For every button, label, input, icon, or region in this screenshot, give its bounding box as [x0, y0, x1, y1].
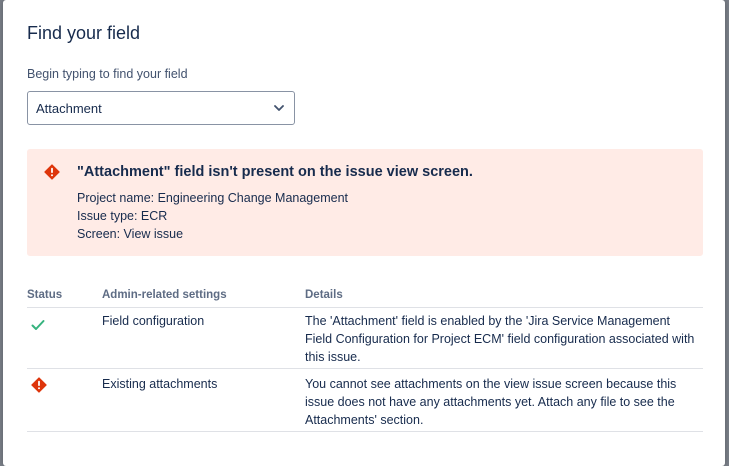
check-icon — [31, 318, 45, 336]
setting-name: Existing attachments — [102, 377, 218, 391]
table-row: Field configuration The 'Attachment' fie… — [27, 308, 703, 369]
field-select[interactable]: Attachment — [27, 91, 295, 125]
alert-screen: Screen: View issue — [77, 227, 184, 241]
alert-issue-type: Issue type: ECR — [77, 209, 168, 223]
alert-heading: "Attachment" field isn't present on the … — [77, 164, 473, 180]
table-row: Existing attachments You cannot see atta… — [27, 369, 703, 432]
dialog-title: Find your field — [27, 23, 141, 43]
setting-details: You cannot see attachments on the view i… — [305, 377, 677, 427]
table-header: Status Admin-related settings Details — [27, 287, 703, 308]
error-icon — [44, 164, 60, 180]
error-alert: "Attachment" field isn't present on the … — [27, 149, 703, 256]
settings-table: Status Admin-related settings Details Fi… — [27, 287, 703, 432]
field-search-label: Begin typing to find your field — [27, 67, 188, 81]
find-field-dialog: Find your field Begin typing to find you… — [3, 0, 725, 466]
header-details: Details — [305, 289, 343, 301]
alert-details: Project name: Engineering Change Managem… — [77, 189, 348, 243]
error-icon — [31, 377, 47, 398]
setting-name: Field configuration — [102, 314, 205, 328]
header-settings: Admin-related settings — [102, 289, 227, 301]
chevron-down-icon — [272, 101, 286, 115]
setting-details: The 'Attachment' field is enabled by the… — [305, 314, 695, 364]
header-status: Status — [27, 289, 63, 301]
alert-project-name: Project name: Engineering Change Managem… — [77, 191, 349, 205]
field-select-value: Attachment — [36, 100, 102, 116]
